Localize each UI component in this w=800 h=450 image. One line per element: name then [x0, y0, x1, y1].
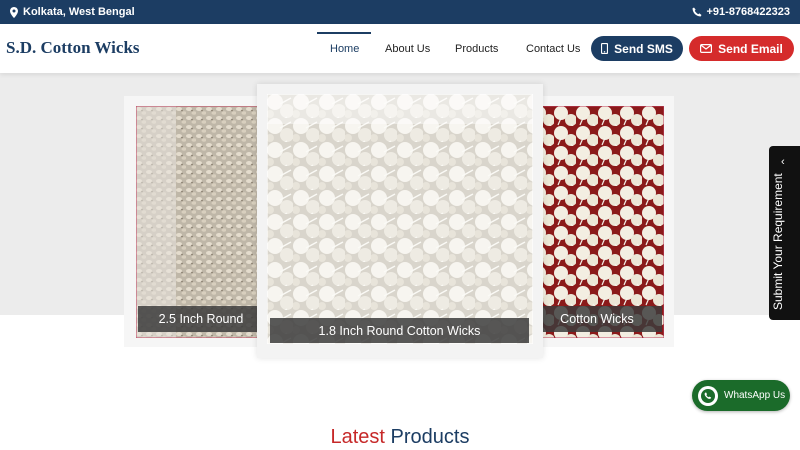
- brand-logo-text[interactable]: S.D. Cotton Wicks: [6, 38, 140, 58]
- product-image-right: [532, 106, 664, 338]
- phone-info[interactable]: +91-8768422323: [692, 6, 791, 18]
- whatsapp-label: WhatsApp Us: [724, 390, 786, 401]
- send-sms-button[interactable]: Send SMS: [591, 36, 683, 61]
- slide-caption-center: 1.8 Inch Round Cotton Wicks: [270, 318, 529, 343]
- send-email-button[interactable]: Send Email: [689, 36, 794, 61]
- product-image-left: [136, 106, 264, 338]
- map-pin-icon: [10, 6, 18, 18]
- submit-requirement-tab[interactable]: ‹ Submit Your Requirement: [769, 146, 800, 320]
- site-header: S.D. Cotton Wicks Home About Us Products…: [0, 24, 800, 73]
- slider-card-center[interactable]: 1.8 Inch Round Cotton Wicks: [257, 84, 543, 358]
- nav-home[interactable]: Home: [330, 43, 359, 55]
- section-title: Latest Products: [0, 426, 800, 449]
- slider-card-left[interactable]: 2.5 Inch Round: [124, 96, 264, 347]
- envelope-icon: [700, 44, 713, 53]
- top-info-bar: Kolkata, West Bengal +91-8768422323: [0, 0, 800, 24]
- phone-text[interactable]: +91-8768422323: [707, 6, 791, 18]
- location-text: Kolkata, West Bengal: [23, 6, 135, 18]
- send-sms-label: Send SMS: [614, 41, 673, 56]
- section-title-products: Products: [390, 426, 470, 448]
- nav-contact-us[interactable]: Contact Us: [526, 43, 580, 55]
- phone-icon: [692, 7, 701, 17]
- mobile-phone-icon: [601, 43, 609, 54]
- chevron-left-icon: ‹: [781, 156, 785, 168]
- whatsapp-button[interactable]: WhatsApp Us: [692, 380, 790, 411]
- location-info: Kolkata, West Bengal: [10, 6, 135, 18]
- slide-caption-right: Cotton Wicks: [532, 306, 662, 332]
- whatsapp-icon: [698, 385, 718, 406]
- slider-card-right[interactable]: Cotton Wicks: [532, 96, 674, 347]
- nav-products[interactable]: Products: [455, 43, 498, 55]
- product-image-center: [267, 94, 533, 344]
- submit-requirement-label: Submit Your Requirement: [771, 173, 785, 310]
- slide-caption-left: 2.5 Inch Round: [138, 306, 264, 332]
- nav-about-us[interactable]: About Us: [385, 43, 430, 55]
- nav-active-indicator: [317, 32, 371, 34]
- send-email-label: Send Email: [718, 41, 783, 56]
- section-title-latest: Latest: [330, 426, 385, 448]
